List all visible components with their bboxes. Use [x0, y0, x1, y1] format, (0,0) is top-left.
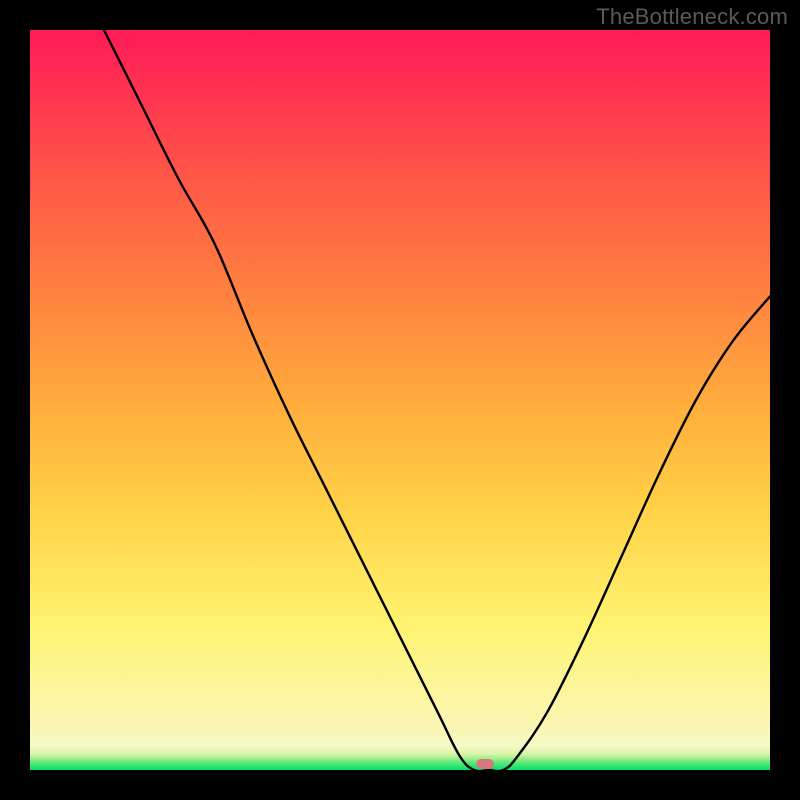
- watermark-text: TheBottleneck.com: [596, 4, 788, 30]
- chart-frame: TheBottleneck.com: [0, 0, 800, 800]
- plot-area: [30, 30, 770, 770]
- bottleneck-curve: [104, 30, 770, 770]
- curve-svg: [30, 30, 770, 770]
- optimal-marker: [476, 759, 494, 769]
